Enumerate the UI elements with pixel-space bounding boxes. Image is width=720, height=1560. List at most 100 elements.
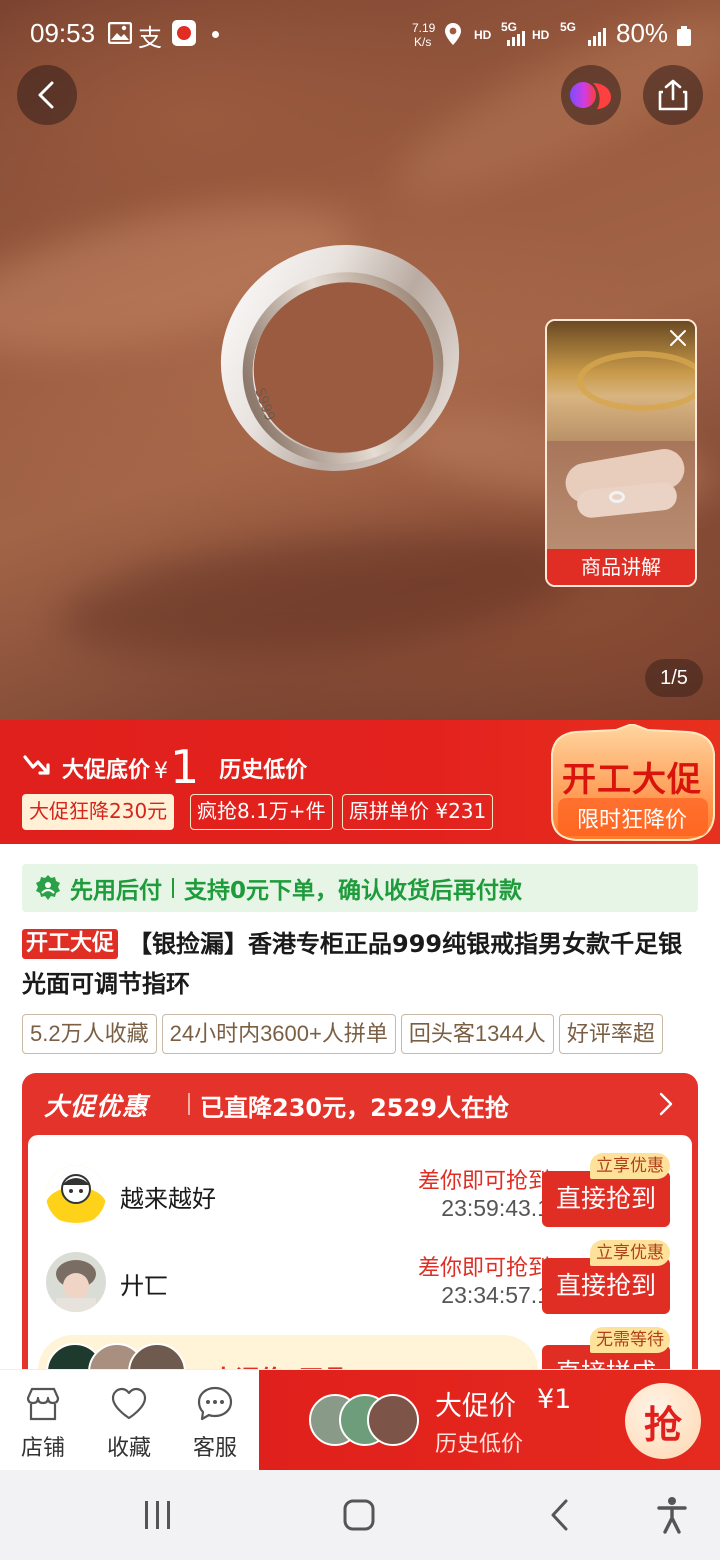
stat-returning-customers: 回头客1344人 xyxy=(400,1014,554,1054)
promo-price-line: 大促底价 ¥ 1 历史低价 xyxy=(22,740,307,790)
close-video-button[interactable] xyxy=(667,327,689,353)
hd-label-1: HD xyxy=(474,28,492,42)
product-title-text: 【银捡漏】香港专柜正品999纯银戒指男女款千足银光面可调节指环 xyxy=(22,930,683,998)
store-icon xyxy=(0,1384,86,1424)
chevron-left-icon xyxy=(551,1499,568,1531)
accessibility-icon xyxy=(657,1497,687,1534)
buyer-avatar xyxy=(367,1394,419,1446)
system-nav-bar xyxy=(0,1470,720,1560)
gallery-icon xyxy=(107,21,133,48)
video-card-label: 商品讲解 xyxy=(547,549,695,585)
pay-later-icon xyxy=(34,874,62,902)
heart-logo-icon xyxy=(570,82,611,109)
pay-later-banner[interactable]: 先用后付 支持0元下单，确认收货后再付款 xyxy=(22,864,698,912)
stat-favorites: 5.2万人收藏 xyxy=(22,1014,157,1054)
pay-later-divider xyxy=(172,878,174,898)
home-icon xyxy=(343,1499,375,1531)
join-group-button[interactable]: 直接抢到 xyxy=(542,1171,670,1227)
join-group-tag: 立享优惠 xyxy=(590,1240,670,1266)
status-time: 09:53 xyxy=(30,18,96,48)
product-title: 开工大促 【银捡漏】香港专柜正品999纯银戒指男女款千足银光面可调节指环 xyxy=(22,924,702,1004)
app-icon xyxy=(172,20,196,46)
hd-label-2: HD xyxy=(532,28,550,42)
group-timer: 23:59:43.1 xyxy=(441,1195,550,1221)
bottom-action-bar: 店铺 收藏 客服 大促价 ¥1 历史低价 抢 xyxy=(0,1369,720,1471)
signal-icon-1 xyxy=(505,30,527,50)
buy-price: ¥1 xyxy=(537,1384,572,1415)
nav-back-button[interactable] xyxy=(548,1498,570,1536)
product-title-badge: 开工大促 xyxy=(22,929,119,959)
chevron-right-icon xyxy=(658,1091,674,1121)
promo-currency: ¥ xyxy=(154,759,169,784)
festival-badge[interactable]: 开工大促 限时狂降价 xyxy=(546,724,718,842)
net-speed-unit: K/s xyxy=(414,35,432,49)
history-low-label: 历史低价 xyxy=(219,758,308,783)
product-video-card[interactable]: 商品讲解 xyxy=(545,319,697,587)
stat-group-orders: 24小时内3600+人拼单 xyxy=(161,1014,396,1054)
deal-section: 大促优惠 已直降230元，2529人在抢 越来越好 差你即可抢到 23:59:4… xyxy=(22,1073,698,1403)
group-row: 越来越好 差你即可抢到 23:59:43.1 直接抢到 立享优惠 xyxy=(28,1153,692,1237)
customer-service-button[interactable]: 客服 xyxy=(172,1384,258,1462)
deal-heading: 大促优惠 xyxy=(44,1092,149,1121)
deal-summary: 已直降230元，2529人在抢 xyxy=(200,1094,509,1122)
direct-group-tag: 无需等待 xyxy=(590,1327,670,1353)
badge-subtitle: 限时狂降价 xyxy=(576,808,687,833)
badge-title: 开工大促 xyxy=(562,760,702,800)
battery-icon xyxy=(677,26,691,50)
stat-positive-rate: 好评率超 xyxy=(558,1014,663,1054)
join-group-button[interactable]: 直接抢到 xyxy=(542,1258,670,1314)
chevron-left-icon xyxy=(38,81,54,109)
location-icon xyxy=(444,22,462,50)
promo-chip-discount: 大促狂降230元 xyxy=(22,794,175,830)
store-label: 店铺 xyxy=(20,1436,65,1461)
recent-apps-button[interactable] xyxy=(142,1500,174,1534)
network-5g-label-2: 5G xyxy=(560,20,577,34)
promo-chip-sold: 疯抢8.1万+件 xyxy=(190,794,333,830)
trend-down-icon xyxy=(22,750,52,784)
grab-char-icon: 抢 xyxy=(625,1383,701,1459)
heart-icon xyxy=(86,1384,172,1424)
back-button[interactable] xyxy=(17,65,77,125)
avatar xyxy=(46,1165,106,1225)
status-bar: 09:53 支 7.19 K/s HD 5G HD 5G 80% xyxy=(0,0,720,68)
favorite-button[interactable]: 收藏 xyxy=(86,1384,172,1462)
promo-price: 1 xyxy=(170,740,200,794)
net-speed-value: 7.19 xyxy=(412,21,436,35)
share-icon xyxy=(658,79,688,111)
product-stats-row: 5.2万人收藏 24小时内3600+人拼单 回头客1344人 好评率超 xyxy=(22,1014,720,1054)
pay-later-title: 先用后付 xyxy=(70,878,162,904)
group-timer: 23:34:57.1 xyxy=(441,1282,550,1308)
group-row: 廾匸 差你即可抢到 23:34:57.1 直接抢到 立享优惠 xyxy=(28,1240,692,1324)
video-thumbnail xyxy=(547,321,695,557)
deal-divider xyxy=(188,1093,190,1115)
deal-list: 越来越好 差你即可抢到 23:59:43.1 直接抢到 立享优惠 廾匸 差你即可… xyxy=(28,1135,692,1403)
join-group-tag: 立享优惠 xyxy=(590,1153,670,1179)
alipay-icon: 支 xyxy=(138,24,162,52)
group-diff-text: 差你即可抢到 xyxy=(417,1169,550,1194)
group-user-name: 廾匸 xyxy=(120,1272,168,1300)
buy-now-button[interactable]: 大促价 ¥1 历史低价 抢 xyxy=(259,1370,720,1471)
customer-service-label: 客服 xyxy=(192,1436,237,1461)
battery-percent: 80% xyxy=(616,18,669,48)
pay-later-text: 支持0元下单，确认收货后再付款 xyxy=(184,878,523,904)
group-user-name: 越来越好 xyxy=(120,1185,216,1213)
notification-dot-icon xyxy=(212,31,219,38)
group-diff-text: 差你即可抢到 xyxy=(417,1256,550,1281)
close-icon xyxy=(670,330,686,346)
image-pager: 1/5 xyxy=(645,659,703,697)
share-button[interactable] xyxy=(643,65,703,125)
home-button[interactable] xyxy=(342,1498,376,1536)
promo-chip-original-price: 原拼单价 ¥231 xyxy=(342,794,494,830)
store-button[interactable]: 店铺 xyxy=(0,1384,86,1462)
ring-graphic: S999 xyxy=(220,245,460,471)
accessibility-button[interactable] xyxy=(656,1496,688,1538)
chat-icon xyxy=(172,1384,258,1424)
brand-pk-button[interactable] xyxy=(561,65,621,125)
buy-sub-label: 历史低价 xyxy=(435,1432,524,1457)
avatar xyxy=(46,1252,106,1312)
deal-header[interactable]: 大促优惠 已直降230元，2529人在抢 xyxy=(22,1073,698,1135)
recent-apps-icon xyxy=(145,1501,170,1529)
favorite-label: 收藏 xyxy=(106,1436,151,1461)
promo-price-label: 大促底价 xyxy=(62,758,151,783)
buy-price-label: 大促价 xyxy=(435,1391,516,1422)
